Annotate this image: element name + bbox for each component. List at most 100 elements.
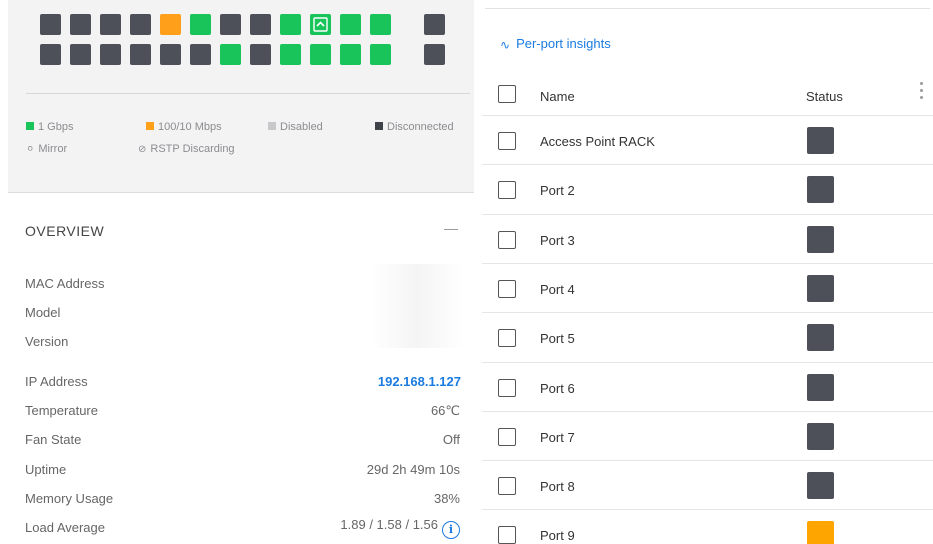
switch-port[interactable] [40, 14, 61, 35]
table-header: Name Status [482, 80, 933, 114]
row-checkbox[interactable] [498, 132, 516, 150]
switch-port[interactable] [370, 14, 391, 35]
switch-port[interactable] [40, 44, 61, 65]
legend-100mbps: 100/10 Mbps [146, 121, 222, 133]
load-average-label: Load Average [25, 520, 105, 535]
port-name: Port 4 [540, 281, 575, 297]
switch-port[interactable] [70, 14, 91, 35]
legend-100mbps-label: 100/10 Mbps [158, 121, 222, 133]
switch-port[interactable] [160, 44, 181, 65]
overview-title: OVERVIEW [25, 223, 105, 239]
switch-port[interactable] [370, 44, 391, 65]
legend-disabled-label: Disabled [280, 121, 323, 133]
per-port-panel: ∿ Per-port insights Name Status Access Po… [482, 0, 933, 544]
status-indicator [807, 225, 834, 253]
table-row[interactable]: Port 8 [482, 460, 933, 509]
switch-port[interactable] [340, 14, 361, 35]
prohibited-icon: ⊘ [138, 144, 147, 155]
load-average-value: 1.89 / 1.58 / 1.56 [340, 517, 438, 532]
row-checkbox[interactable] [498, 427, 516, 446]
status-indicator [807, 127, 834, 154]
row-checkbox[interactable] [498, 477, 516, 496]
switch-port[interactable] [310, 44, 331, 65]
temperature-label: Temperature [25, 403, 98, 418]
switch-port[interactable] [70, 44, 91, 65]
table-row[interactable]: Port 6 [482, 361, 933, 411]
switch-port[interactable] [340, 44, 361, 65]
status-indicator [807, 521, 834, 544]
switch-port[interactable] [130, 44, 151, 65]
row-checkbox[interactable] [498, 230, 516, 249]
port-name: Access Point RACK [540, 134, 655, 149]
status-indicator [807, 472, 834, 500]
table-row[interactable]: Port 3 [482, 213, 933, 263]
switch-port[interactable] [250, 14, 271, 35]
gray-square-icon [268, 122, 276, 130]
switch-port[interactable] [160, 14, 181, 35]
uptime-value: 29d 2h 49m 10s [366, 462, 460, 477]
table-row[interactable]: Port 7 [482, 410, 933, 460]
sfp-port-1[interactable] [424, 14, 445, 35]
switch-port[interactable] [130, 14, 151, 35]
legend-disconnected: Disconnected [375, 121, 454, 133]
mac-address-label: MAC Address [25, 276, 105, 291]
row-checkbox[interactable] [498, 279, 516, 298]
status-indicator [807, 324, 834, 352]
legend-disabled: Disabled [268, 121, 323, 133]
legend-disconnected-label: Disconnected [387, 121, 454, 133]
dark-square-icon [375, 122, 383, 130]
table-row[interactable]: Port 2 [482, 164, 933, 213]
row-checkbox[interactable] [498, 526, 516, 544]
device-panel: 1 Gbps 100/10 Mbps Disabled Disconnected… [0, 0, 475, 544]
switch-port[interactable] [190, 44, 211, 65]
switch-port[interactable] [190, 14, 211, 35]
table-row[interactable]: Port 9 [482, 509, 933, 544]
legend-rstp-label: RSTP Discarding [150, 143, 235, 155]
orange-square-icon [146, 122, 154, 130]
switch-port[interactable] [280, 14, 301, 35]
column-header-status[interactable]: Status [806, 89, 843, 104]
table-row[interactable]: Port 4 [482, 262, 933, 312]
ip-address-value[interactable]: 192.168.1.127 [378, 374, 461, 389]
info-icon[interactable]: i [442, 521, 460, 539]
port-name: Port 9 [540, 528, 575, 544]
panel-top-divider [485, 8, 930, 9]
kebab-menu-icon[interactable] [919, 82, 923, 106]
table-row[interactable]: Access Point RACK [482, 115, 933, 164]
green-square-icon [26, 122, 34, 130]
status-indicator [807, 422, 834, 450]
status-indicator [807, 373, 834, 401]
select-all-checkbox[interactable] [498, 85, 516, 103]
per-port-insights-link[interactable]: ∿ Per-port insights [500, 36, 611, 52]
row-checkbox[interactable] [498, 378, 516, 397]
port-name: Port 6 [540, 380, 575, 396]
eye-icon: ⚪ [26, 144, 35, 155]
port-name: Port 7 [540, 429, 575, 445]
switch-port[interactable] [280, 44, 301, 65]
row-checkbox[interactable] [498, 329, 516, 348]
collapse-icon[interactable] [444, 229, 458, 230]
switch-port[interactable] [220, 44, 241, 65]
switch-port[interactable] [250, 44, 271, 65]
port-name: Port 2 [540, 183, 575, 199]
row-checkbox[interactable] [498, 181, 516, 200]
legend-divider [26, 93, 470, 94]
switch-port[interactable] [310, 14, 331, 35]
pulse-icon: ∿ [500, 38, 511, 52]
status-indicator [807, 176, 834, 204]
per-port-insights-label: Per-port insights [516, 36, 611, 51]
sfp-port-2[interactable] [424, 44, 445, 65]
load-average-value-wrap: 1.89 / 1.58 / 1.56 i [340, 517, 460, 539]
column-header-name[interactable]: Name [540, 89, 575, 104]
fan-state-label: Fan State [25, 432, 82, 447]
port-name: Port 3 [540, 232, 575, 248]
legend-1gbps-label: 1 Gbps [38, 121, 74, 133]
switch-port[interactable] [100, 14, 121, 35]
switch-port[interactable] [220, 14, 241, 35]
switch-port[interactable] [100, 44, 121, 65]
port-name: Port 8 [540, 479, 575, 495]
memory-usage-label: Memory Usage [25, 491, 114, 506]
legend-rstp: ⊘ RSTP Discarding [138, 143, 235, 155]
ip-address-label: IP Address [25, 374, 88, 389]
table-row[interactable]: Port 5 [482, 312, 933, 361]
